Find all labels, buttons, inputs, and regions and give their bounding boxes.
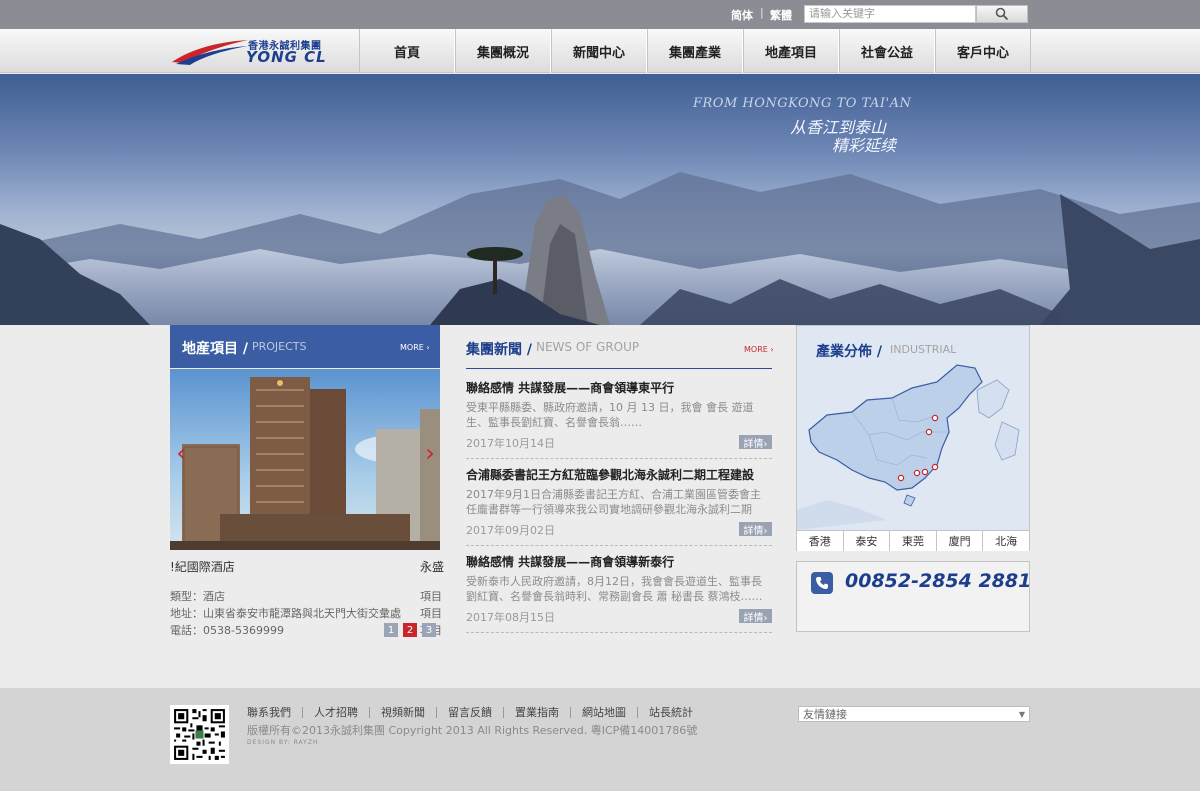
news-item: 聯絡感情 共謀發展——商會領導東平行 受東平縣縣委、縣政府邀請，10 月 13 … (466, 379, 772, 459)
china-map-image[interactable] (797, 360, 1029, 530)
news-item-desc: 受東平縣縣委、縣政府邀請，10 月 13 日，我會 會長 遊道生、監事長劉紅寶、… (466, 401, 754, 429)
chevron-down-icon: ▼ (1018, 710, 1025, 719)
tab-beihai[interactable]: 北海 (983, 531, 1029, 551)
footer-links: 聯系我們 人才招聘 視頻新聞 留言反饋 置業指南 網站地圖 站長統計 (247, 707, 704, 718)
qr-code-icon (170, 705, 229, 764)
news-item: 聯絡感情 共謀發展——商會領導新泰行 受新泰市人民政府邀請，8月12日，我會會長… (466, 553, 772, 633)
footer-link-statistics[interactable]: 站長統計 (638, 707, 704, 718)
pager-page-1[interactable]: 1 (384, 623, 398, 637)
nav-item-group-overview[interactable]: 集團概況 (455, 29, 551, 73)
project-photo[interactable] (170, 369, 440, 550)
phone-panel: 00852-2854 2881 (796, 561, 1032, 632)
banner-cn-slogan-line2: 精彩延续 (832, 136, 897, 155)
footer-link-property-guide[interactable]: 置業指南 (504, 707, 571, 718)
industry-map-panel: 產業分佈 / INDUSTRIAL 香港 泰安 東莞 廈門 北海 (796, 325, 1030, 551)
nav-item-customer-center[interactable]: 客戶中心 (935, 29, 1031, 73)
search-button[interactable] (976, 5, 1028, 23)
design-credit: DESIGN BY: RAYZH (247, 739, 319, 746)
pager-page-2-active[interactable]: 2 (403, 623, 417, 637)
banner-en-slogan: FROM HONGKONG TO TAI'AN (693, 96, 912, 111)
project-address: 地址：山東省泰安市龍潭路與北天門大街交彙處 (170, 607, 401, 620)
news-item-title[interactable]: 合浦縣委書記王方紅蒞臨參觀北海永誠利二期工程建設 (466, 466, 754, 483)
projects-more-link[interactable]: MORE › (400, 343, 430, 352)
news-title: 集團新聞 / (466, 342, 532, 358)
copyright-text: 版權所有©2013永誠利集團 Copyright 2013 All Rights… (247, 724, 698, 737)
logo[interactable]: 香港永誠利集團 YONG CL (170, 36, 340, 66)
nav-item-news-center[interactable]: 新聞中心 (551, 29, 647, 73)
phone-icon (811, 572, 833, 594)
project-name[interactable]: !紀國際酒店 (170, 558, 235, 575)
news-item-date: 2017年08月15日 (466, 611, 555, 624)
news-divider (466, 368, 772, 369)
news-item-title[interactable]: 聯絡感情 共謀發展——商會領導新泰行 (466, 553, 674, 570)
news-item-detail-button[interactable]: 詳情› (739, 435, 772, 450)
news-item-detail-button[interactable]: 詳情› (739, 609, 772, 624)
tab-taian[interactable]: 泰安 (844, 531, 891, 551)
projects-header: 地産項目 / PROJECTS MORE › (170, 325, 440, 368)
lang-separator: | (760, 6, 764, 19)
project-next-label: 項目 (420, 607, 442, 620)
footer: 聯系我們 人才招聘 視頻新聞 留言反饋 置業指南 網站地圖 站長統計 版權所有©… (0, 688, 1200, 791)
mountain-landscape-image (0, 172, 1200, 325)
logo-swoosh-icon (172, 40, 248, 65)
header: 香港永誠利集團 YONG CL 首頁 集團概況 新聞中心 集團產業 地產項目 社… (0, 29, 1200, 73)
lang-traditional-link[interactable]: 繁體 (770, 7, 792, 23)
tab-hongkong[interactable]: 香港 (797, 531, 844, 551)
project-name-next[interactable]: 永盛 (420, 558, 444, 575)
industry-title: 產業分佈 / (816, 344, 882, 360)
project-type: 類型：酒店 (170, 590, 225, 603)
footer-link-contact[interactable]: 聯系我們 (247, 707, 303, 718)
logo-en-name: YONG CL (246, 48, 327, 66)
nav-item-real-estate[interactable]: 地產項目 (743, 29, 839, 73)
chevron-left-icon: ‹ (176, 439, 186, 467)
news-item-date: 2017年10月14日 (466, 437, 555, 450)
footer-link-feedback[interactable]: 留言反饋 (437, 707, 504, 718)
main-nav: 首頁 集團概況 新聞中心 集團產業 地產項目 社會公益 客戶中心 (359, 29, 1031, 73)
tab-dongguan[interactable]: 東莞 (890, 531, 937, 551)
footer-link-video-news[interactable]: 視頻新聞 (370, 707, 437, 718)
news-item-detail-button[interactable]: 詳情› (739, 522, 772, 537)
phone-number: 00852-2854 2881 (845, 570, 1032, 592)
footer-link-careers[interactable]: 人才招聘 (303, 707, 370, 718)
qr-code (170, 705, 229, 764)
carousel-next-button[interactable]: › (421, 437, 439, 469)
search-icon (995, 7, 1009, 21)
top-bar: 简体 | 繁體 请输入关键字 (0, 0, 1200, 29)
friend-links-select[interactable]: 友情鏈接 ▼ (798, 706, 1030, 722)
search-input[interactable]: 请输入关键字 (804, 5, 976, 23)
nav-item-group-industry[interactable]: 集團產業 (647, 29, 743, 73)
hero-banner: FROM HONGKONG TO TAI'AN 从香江到泰山 精彩延续 (0, 74, 1200, 325)
industry-tabs: 香港 泰安 東莞 廈門 北海 (797, 530, 1029, 551)
main-content: 地産項目 / PROJECTS MORE › ‹ › !紀國際酒店 永盛 類型：… (0, 325, 1200, 688)
footer-link-sitemap[interactable]: 網站地圖 (571, 707, 638, 718)
industry-subtitle: INDUSTRIAL (890, 343, 957, 356)
pager-page-3[interactable]: 3 (422, 623, 436, 637)
nav-item-public-welfare[interactable]: 社會公益 (839, 29, 935, 73)
lang-simplified-link[interactable]: 简体 (731, 7, 753, 23)
news-item: 合浦縣委書記王方紅蒞臨參觀北海永誠利二期工程建設 2017年9月1日合浦縣委書記… (466, 466, 772, 546)
news-more-link[interactable]: MORE › (744, 345, 774, 354)
news-item-desc: 2017年9月1日合浦縣委書記王方紅、合浦工業園區管委會主任龐書群等一行領導來我… (466, 488, 761, 516)
news-item-desc: 受新泰市人民政府邀請，8月12日，我會會長遊道生、監事長劉紅寶、名譽會長翁時利、… (466, 575, 763, 603)
chevron-right-icon: › (425, 439, 435, 467)
news-item-title[interactable]: 聯絡感情 共謀發展——商會領導東平行 (466, 379, 674, 396)
friend-links-label: 友情鏈接 (803, 708, 847, 721)
project-next-label: 項目 (420, 590, 442, 603)
tab-xiamen[interactable]: 廈門 (937, 531, 984, 551)
nav-item-home[interactable]: 首頁 (359, 29, 455, 73)
news-subtitle: NEWS OF GROUP (536, 340, 640, 354)
news-item-date: 2017年09月02日 (466, 524, 555, 537)
projects-subtitle: PROJECTS (252, 340, 307, 353)
project-phone: 電話：0538-5369999 (170, 624, 284, 637)
hotel-building-image (170, 377, 440, 550)
carousel-prev-button[interactable]: ‹ (172, 437, 190, 469)
projects-title: 地産項目 / (182, 341, 248, 357)
